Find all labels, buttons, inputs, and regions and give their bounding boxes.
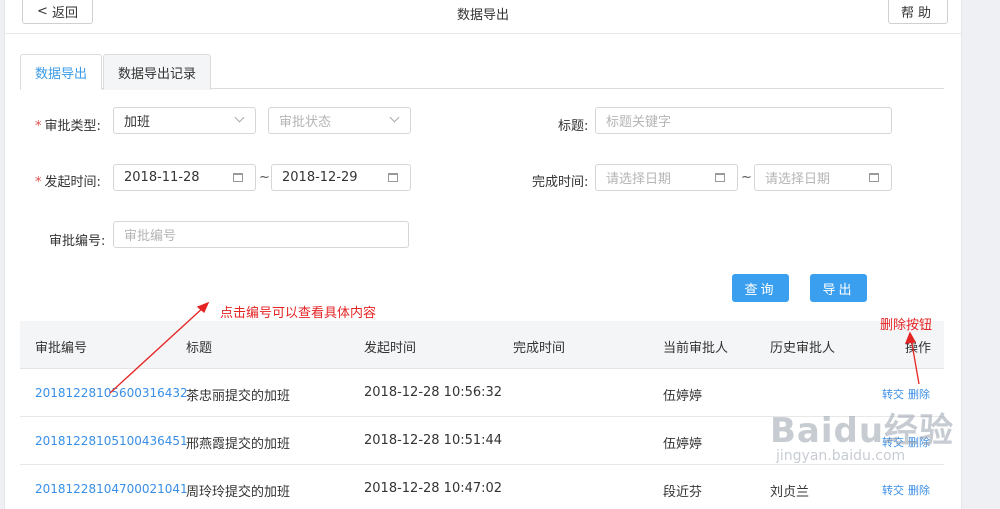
watermark-brand: Baidu经验 (770, 411, 955, 451)
annotation-arrow (109, 305, 206, 394)
annotation-arrow (910, 337, 920, 385)
arrow-head (904, 331, 917, 344)
baidu-watermark: Baidu经验 jingyan.baidu.com (770, 403, 954, 464)
